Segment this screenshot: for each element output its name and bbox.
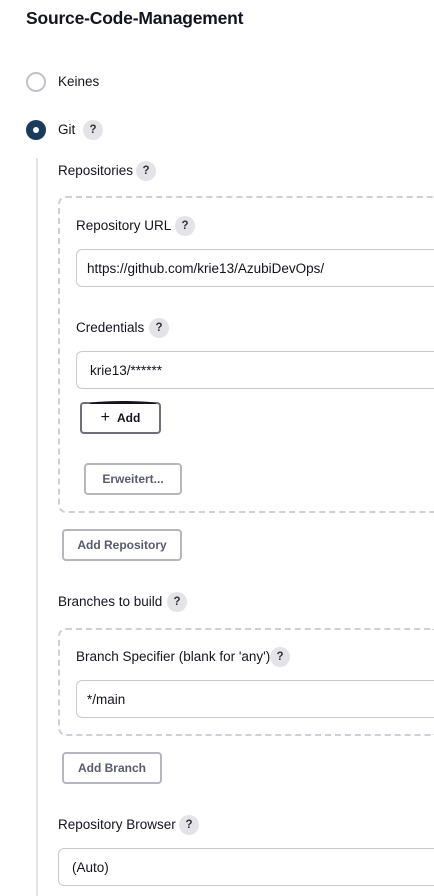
add-branch-button[interactable]: Add Branch [62, 752, 162, 784]
branch-specifier-input[interactable]: */main [76, 680, 434, 718]
credentials-help-icon[interactable]: ? [149, 318, 169, 338]
repository-browser-help-icon[interactable]: ? [179, 815, 199, 835]
radio-none-label[interactable]: Keines [58, 74, 99, 89]
branches-label: Branches to build [58, 594, 163, 609]
advanced-button[interactable]: Erweitert... [84, 463, 182, 495]
repository-browser-label: Repository Browser [58, 817, 176, 832]
repositories-help-icon[interactable]: ? [136, 161, 156, 181]
repository-url-help-icon[interactable]: ? [175, 216, 195, 236]
section-title: Source-Code-Management [26, 8, 244, 28]
radio-none[interactable] [26, 72, 46, 92]
credentials-label: Credentials [76, 320, 145, 335]
credentials-select[interactable]: krie13/****** [76, 351, 434, 389]
repository-browser-select[interactable]: (Auto) [58, 848, 434, 886]
branch-specifier-label: Branch Specifier (blank for 'any') [76, 649, 271, 664]
button-top-accent [90, 401, 156, 406]
git-help-icon[interactable]: ? [83, 120, 103, 140]
branches-help-icon[interactable]: ? [167, 592, 187, 612]
repository-url-input[interactable]: https://github.com/krie13/AzubiDevOps/ [76, 249, 434, 287]
repositories-label: Repositories [58, 163, 134, 178]
add-credentials-button[interactable]: + Add [80, 401, 161, 434]
radio-git-label[interactable]: Git [58, 122, 75, 137]
plus-icon: + [100, 409, 110, 426]
add-credentials-label: Add [117, 411, 141, 425]
add-repository-button[interactable]: Add Repository [62, 529, 182, 561]
radio-git[interactable] [26, 120, 46, 140]
branch-specifier-help-icon[interactable]: ? [270, 647, 290, 667]
repository-url-label: Repository URL [76, 218, 172, 233]
git-section-divider [36, 158, 38, 896]
